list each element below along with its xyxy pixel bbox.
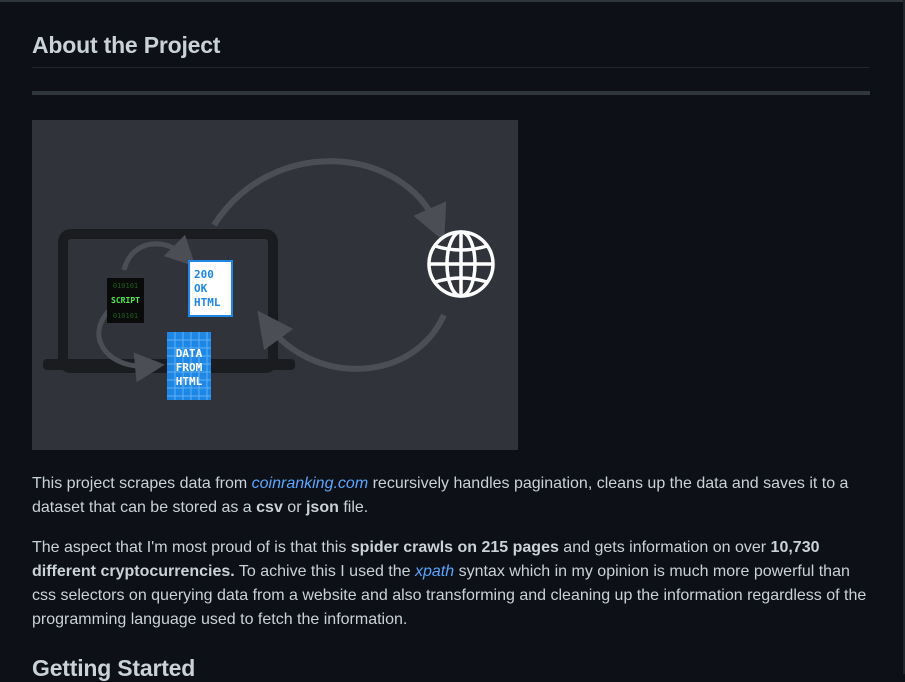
request-arrow: [211, 158, 447, 242]
svg-text:SCRIPT: SCRIPT: [111, 296, 140, 305]
csv-bold: csv: [256, 499, 283, 516]
description-paragraph: This project scrapes data from coinranki…: [32, 475, 849, 516]
svg-text:010101: 010101: [113, 282, 138, 290]
xpath-link[interactable]: xpath: [415, 563, 454, 580]
coinranking-link[interactable]: coinranking.com: [252, 475, 369, 492]
window-top-border: [0, 0, 905, 2]
svg-text:FROM: FROM: [176, 361, 203, 374]
getting-started-heading: Getting Started: [32, 655, 196, 681]
script-card: 010101 SCRIPT 010101: [107, 278, 144, 323]
about-heading: About the Project: [32, 32, 221, 58]
horizontal-rule: [32, 91, 870, 95]
proud-paragraph: The aspect that I'm most proud of is tha…: [32, 539, 867, 628]
globe-icon: [427, 230, 495, 298]
response-arrow: [257, 310, 447, 372]
loop-arrow-top: [121, 234, 196, 271]
http-response-card: 200 OK HTML: [188, 260, 233, 317]
svg-text:HTML: HTML: [176, 375, 203, 388]
data-grid-card: DATA FROM HTML: [167, 332, 211, 400]
illustration-svg: 010101 SCRIPT 010101 200 OK HTML DATA FR…: [43, 158, 495, 400]
svg-text:HTML: HTML: [194, 296, 221, 309]
pages-bold: spider crawls on 215 pages: [350, 539, 559, 556]
svg-text:200: 200: [194, 268, 214, 281]
project-illustration: 010101 SCRIPT 010101 200 OK HTML DATA FR…: [32, 120, 518, 450]
svg-text:DATA: DATA: [176, 347, 203, 360]
svg-text:OK: OK: [194, 282, 208, 295]
heading-underline: [32, 67, 870, 68]
json-bold: json: [305, 499, 339, 516]
svg-text:010101: 010101: [113, 312, 138, 320]
